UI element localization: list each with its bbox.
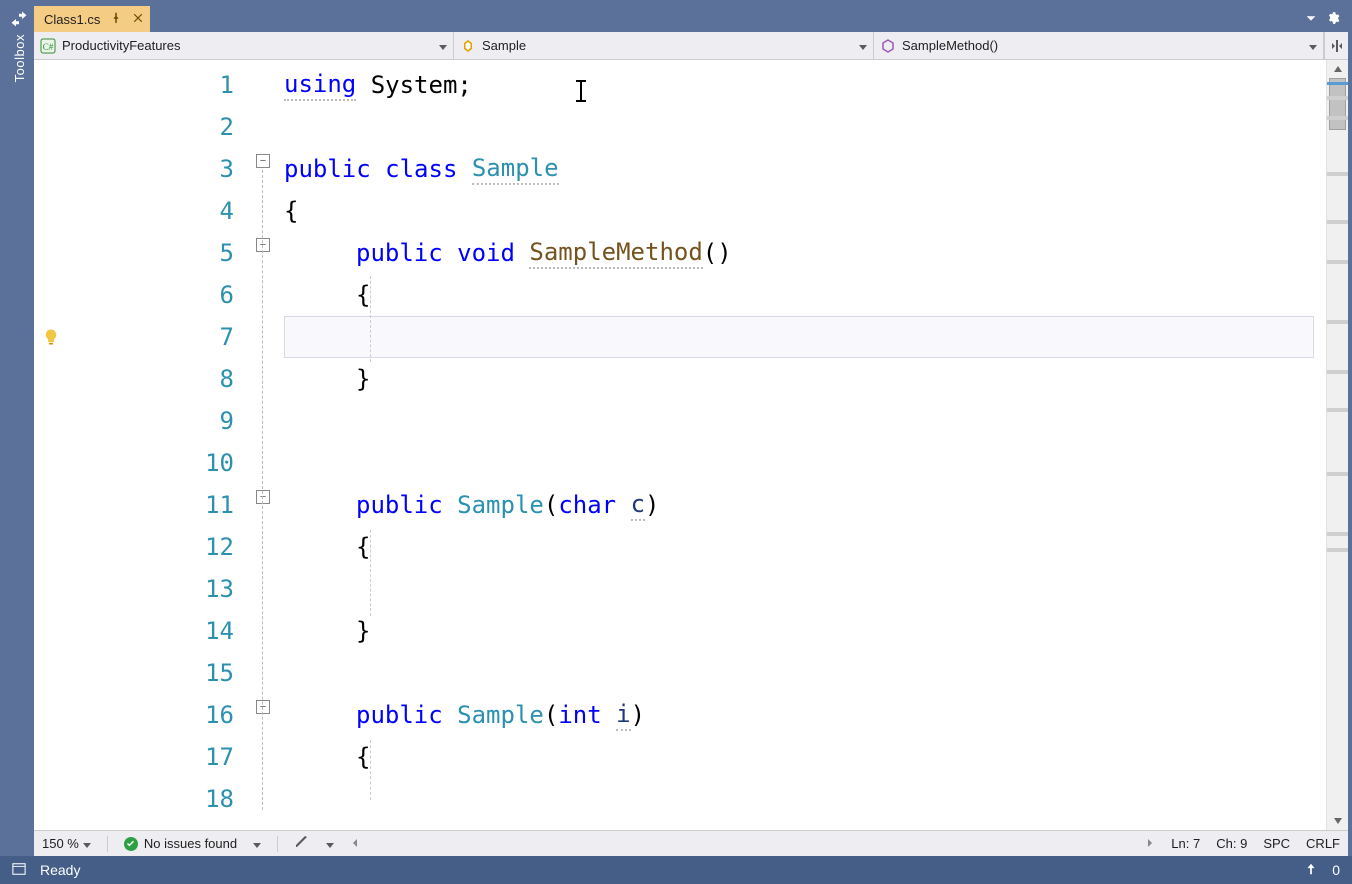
code-token: c [631,490,645,521]
line-number: 6 [68,281,254,309]
zoom-dropdown[interactable]: 150 % [42,836,91,851]
horizontal-scrollbar[interactable] [350,836,1155,851]
method-icon [880,38,896,54]
notification-count[interactable]: 0 [1332,862,1340,878]
vertical-scrollbar[interactable] [1326,60,1348,830]
code-token: i [616,700,630,731]
code-token: int [558,701,601,729]
code-token: Sample [457,701,544,729]
scrollbar-thumb[interactable] [1329,78,1346,130]
line-label: Ln: [1171,836,1189,851]
gutter: 1 2 3 4 5 6 7 8 9 10 11 12 13 14 15 16 1 [34,60,254,830]
document-tabs: Class1.cs [34,4,1348,32]
chevron-down-icon [859,38,867,53]
lightbulb-icon[interactable] [34,328,68,346]
toolbox-label: Toolbox [12,34,27,82]
line-number: 12 [68,533,254,561]
chevron-down-icon[interactable] [326,836,334,851]
line-number: 18 [68,785,254,813]
pin-icon[interactable] [110,12,122,27]
nav-project-label: ProductivityFeatures [62,38,181,53]
char-value: 9 [1240,836,1247,851]
line-number: 17 [68,743,254,771]
status-text: Ready [40,862,80,878]
chevron-down-icon [1309,38,1317,53]
issues-text: No issues found [144,836,237,851]
code-token: System [371,71,458,99]
nav-type-label: Sample [482,38,526,53]
collapse-toggle[interactable]: − [256,238,270,252]
file-tab-label: Class1.cs [44,12,100,27]
code-token: public [356,239,443,267]
scroll-left-arrow-icon[interactable] [350,836,360,851]
editor-info-bar: 150 % No issues found Ln: 7 C [34,830,1348,856]
line-number: 9 [68,407,254,435]
text-caret-ibeam [580,80,582,102]
scroll-down-arrow-icon[interactable] [1327,812,1349,830]
status-bar: Ready 0 [0,856,1352,884]
scroll-up-arrow-icon[interactable] [1327,60,1349,78]
svg-text:C#: C# [43,42,54,52]
code-token: public [284,155,371,183]
line-number: 13 [68,575,254,603]
code-token: public [356,491,443,519]
close-tab-icon[interactable] [132,12,144,27]
collapse-toggle[interactable]: − [256,154,270,168]
split-window-button[interactable] [1324,32,1348,59]
nav-member-label: SampleMethod() [902,38,998,53]
line-number: 7 [68,323,254,351]
collapse-toggle[interactable]: − [256,700,270,714]
code-token: Sample [457,491,544,519]
line-number: 10 [68,449,254,477]
outline-margin: − − − − [254,60,284,830]
issues-indicator[interactable]: No issues found [124,836,237,851]
chevron-down-icon [83,836,91,851]
code-token: using [284,70,356,101]
line-ending-mode[interactable]: CRLF [1306,836,1340,851]
check-circle-icon [124,837,138,851]
code-token: class [385,155,457,183]
code-token: char [558,491,616,519]
toolbox-tab[interactable]: Toolbox [4,4,34,856]
collapse-toggle[interactable]: − [256,490,270,504]
clear-icon[interactable] [294,834,310,853]
chevron-down-icon[interactable] [253,836,261,851]
line-number: 1 [68,71,254,99]
line-number: 16 [68,701,254,729]
nav-type-dropdown[interactable]: Sample [454,32,874,59]
code-token: void [457,239,515,267]
settings-icon[interactable] [1326,11,1340,28]
class-icon [460,38,476,54]
upload-icon[interactable] [1304,862,1318,879]
code-token: Sample [472,154,559,185]
window-icon [12,862,26,879]
code-token: public [356,701,443,729]
line-number: 3 [68,155,254,183]
line-number: 8 [68,365,254,393]
scroll-right-arrow-icon[interactable] [1145,836,1155,851]
line-number: 5 [68,239,254,267]
toolbox-icon [10,10,28,28]
nav-member-dropdown[interactable]: SampleMethod() [874,32,1324,59]
code-editor[interactable]: 1 2 3 4 5 6 7 8 9 10 11 12 13 14 15 16 1 [34,60,1348,830]
char-label: Ch: [1216,836,1236,851]
line-number: 14 [68,617,254,645]
file-tab-class1[interactable]: Class1.cs [34,6,150,32]
chevron-down-icon [439,38,447,53]
line-number: 2 [68,113,254,141]
navigation-bar: C# ProductivityFeatures Sample SampleMet… [34,32,1348,60]
line-number: 11 [68,491,254,519]
line-number: 15 [68,659,254,687]
csharp-project-icon: C# [40,38,56,54]
code-text-area[interactable]: using System; public class Sample { publ… [284,60,1326,830]
code-token: SampleMethod [529,238,702,269]
indent-mode[interactable]: SPC [1263,836,1290,851]
tab-overflow-icon[interactable] [1304,11,1318,28]
zoom-value: 150 % [42,836,79,851]
line-number: 4 [68,197,254,225]
line-value: 7 [1193,836,1200,851]
nav-project-dropdown[interactable]: C# ProductivityFeatures [34,32,454,59]
